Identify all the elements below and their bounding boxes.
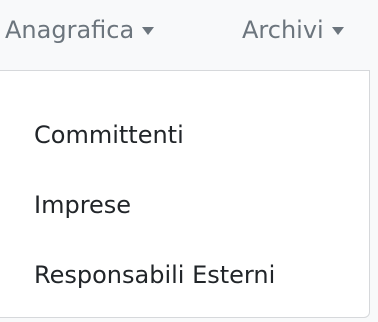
navbar: Anagrafica Archivi [0, 0, 378, 70]
dropdown-item-committenti[interactable]: Committenti [34, 118, 184, 152]
dropdown-item-responsabili-esterni[interactable]: Responsabili Esterni [34, 258, 275, 292]
dropdown-item-imprese[interactable]: Imprese [34, 188, 131, 222]
caret-down-icon [331, 27, 344, 35]
nav-dropdown-anagrafica[interactable]: Anagrafica [5, 13, 155, 47]
nav-dropdown-archivi[interactable]: Archivi [242, 13, 344, 47]
dropdown-menu-anagrafica: Committenti Imprese Responsabili Esterni [0, 70, 370, 318]
nav-label-archivi: Archivi [242, 16, 324, 44]
caret-down-icon [142, 27, 155, 35]
nav-label-anagrafica: Anagrafica [5, 16, 135, 44]
